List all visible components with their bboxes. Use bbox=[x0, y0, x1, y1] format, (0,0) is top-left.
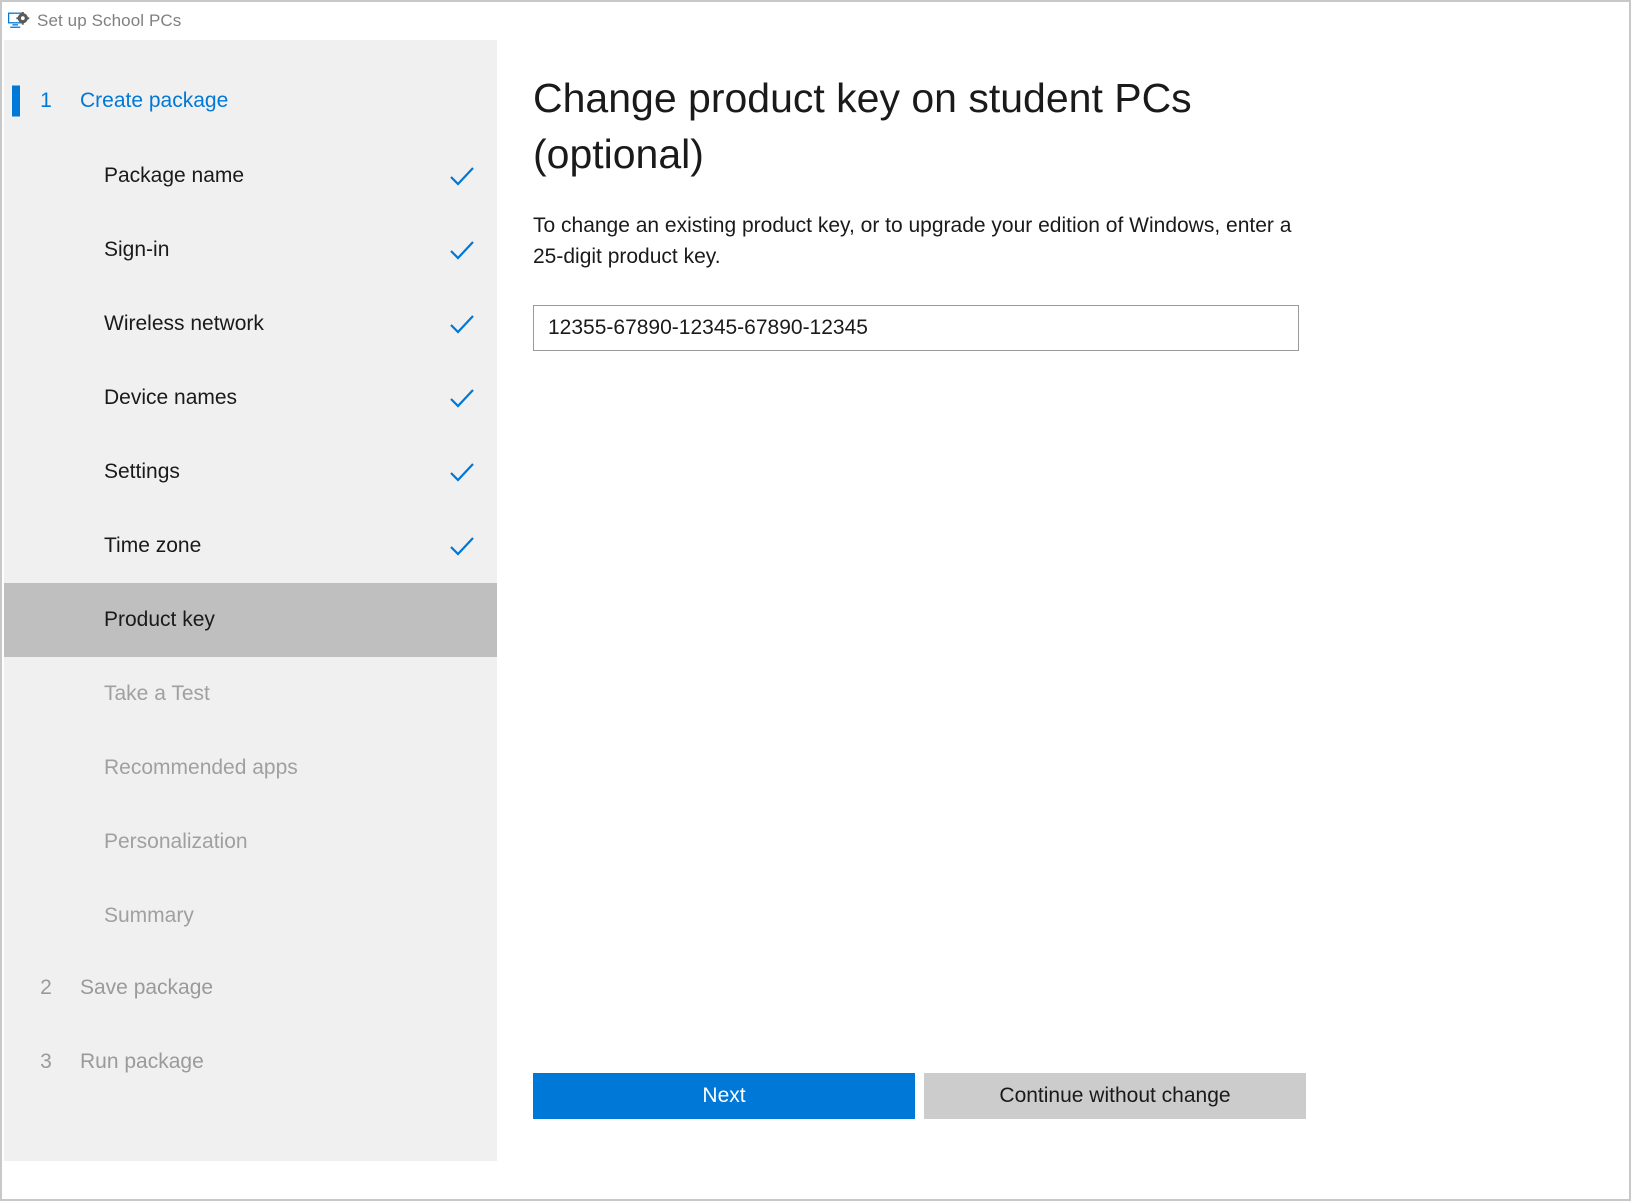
active-step-accent-bar bbox=[12, 86, 20, 117]
sidebar-item-personalization[interactable]: Personalization bbox=[4, 805, 497, 879]
check-icon bbox=[447, 457, 477, 487]
sidebar-item-summary[interactable]: Summary bbox=[4, 879, 497, 953]
sidebar-item-label: Package name bbox=[104, 164, 244, 188]
sidebar-item-label: Sign-in bbox=[104, 238, 169, 262]
main-content: Change product key on student PCs (optio… bbox=[497, 40, 1627, 1161]
sidebar-item-time-zone[interactable]: Time zone bbox=[4, 509, 497, 583]
monitor-gear-icon bbox=[8, 12, 30, 30]
check-icon bbox=[447, 383, 477, 413]
sidebar-item-label: Settings bbox=[104, 460, 180, 484]
sidebar-step-number: 1 bbox=[34, 89, 58, 113]
check-icon bbox=[447, 309, 477, 339]
continue-without-change-button[interactable]: Continue without change bbox=[924, 1073, 1306, 1119]
sidebar-item-label: Time zone bbox=[104, 534, 201, 558]
sidebar-item-label: Take a Test bbox=[104, 682, 210, 706]
sidebar-step-label: Run package bbox=[80, 1050, 204, 1074]
check-icon bbox=[447, 161, 477, 191]
sidebar-item-device-names[interactable]: Device names bbox=[4, 361, 497, 435]
app-window: Set up School PCs 1 Create package Packa… bbox=[0, 0, 1631, 1201]
sidebar-step-number: 3 bbox=[34, 1050, 58, 1074]
sidebar-step-create-package[interactable]: 1 Create package bbox=[4, 64, 497, 138]
sidebar-item-label: Personalization bbox=[104, 830, 248, 854]
sidebar-step-label: Save package bbox=[80, 976, 213, 1000]
check-icon bbox=[447, 531, 477, 561]
sidebar: 1 Create package Package name Sign-in Wi… bbox=[4, 40, 497, 1161]
sidebar-step-label: Create package bbox=[80, 89, 228, 113]
sidebar-item-recommended-apps[interactable]: Recommended apps bbox=[4, 731, 497, 805]
sidebar-item-product-key[interactable]: Product key bbox=[4, 583, 497, 657]
sidebar-step-run-package[interactable]: 3 Run package bbox=[4, 1025, 497, 1099]
sidebar-item-label: Product key bbox=[104, 608, 215, 632]
sidebar-item-wireless-network[interactable]: Wireless network bbox=[4, 287, 497, 361]
sidebar-item-label: Summary bbox=[104, 904, 194, 928]
sidebar-item-label: Recommended apps bbox=[104, 756, 298, 780]
sidebar-item-label: Device names bbox=[104, 386, 237, 410]
window-title: Set up School PCs bbox=[37, 11, 181, 31]
title-bar: Set up School PCs bbox=[2, 2, 1629, 40]
check-icon bbox=[447, 235, 477, 265]
sidebar-step-number: 2 bbox=[34, 976, 58, 1000]
sidebar-step-save-package[interactable]: 2 Save package bbox=[4, 951, 497, 1025]
sidebar-item-label: Wireless network bbox=[104, 312, 264, 336]
next-button[interactable]: Next bbox=[533, 1073, 915, 1119]
sidebar-item-take-a-test[interactable]: Take a Test bbox=[4, 657, 497, 731]
page-title: Change product key on student PCs (optio… bbox=[533, 70, 1233, 182]
sidebar-item-package-name[interactable]: Package name bbox=[4, 139, 497, 213]
sidebar-item-sign-in[interactable]: Sign-in bbox=[4, 213, 497, 287]
page-description: To change an existing product key, or to… bbox=[533, 210, 1303, 272]
action-button-row: Next Continue without change bbox=[533, 1073, 1306, 1119]
product-key-input[interactable] bbox=[533, 305, 1299, 351]
sidebar-item-settings[interactable]: Settings bbox=[4, 435, 497, 509]
